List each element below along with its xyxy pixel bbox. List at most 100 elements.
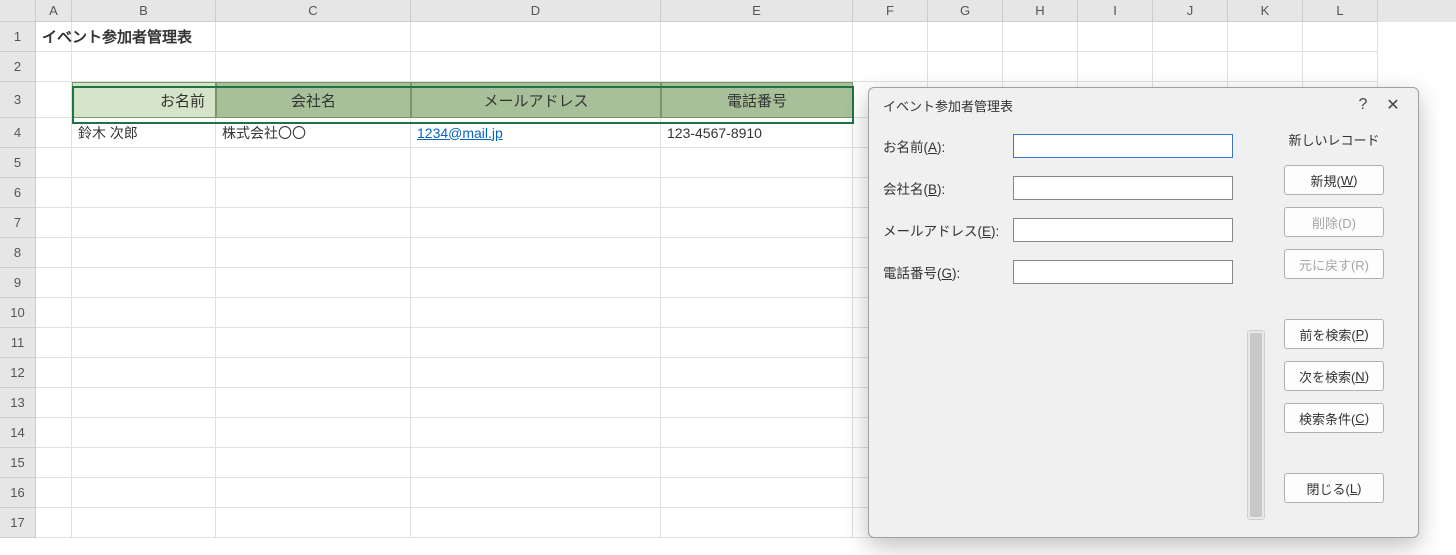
row-header-14[interactable]: 14: [0, 418, 36, 448]
col-header-K[interactable]: K: [1228, 0, 1303, 22]
cell-E5[interactable]: [661, 148, 853, 178]
cell-E13[interactable]: [661, 388, 853, 418]
col-header-L[interactable]: L: [1303, 0, 1378, 22]
cell-B7[interactable]: [72, 208, 216, 238]
cell-C5[interactable]: [216, 148, 411, 178]
cell-B13[interactable]: [72, 388, 216, 418]
row-header-15[interactable]: 15: [0, 448, 36, 478]
input-company[interactable]: [1013, 176, 1233, 200]
cell-B12[interactable]: [72, 358, 216, 388]
cell-B3-header-name[interactable]: お名前: [72, 82, 216, 118]
cell-A17[interactable]: [36, 508, 72, 538]
cell-D10[interactable]: [411, 298, 661, 328]
cell-D14[interactable]: [411, 418, 661, 448]
row-header-9[interactable]: 9: [0, 268, 36, 298]
cell-A2[interactable]: [36, 52, 72, 82]
cell-D12[interactable]: [411, 358, 661, 388]
cell-E11[interactable]: [661, 328, 853, 358]
cell-J2[interactable]: [1153, 52, 1228, 82]
input-name[interactable]: [1013, 134, 1233, 158]
row-header-12[interactable]: 12: [0, 358, 36, 388]
cell-D3-header-email[interactable]: メールアドレス: [411, 82, 661, 118]
cell-C14[interactable]: [216, 418, 411, 448]
cell-F2[interactable]: [853, 52, 928, 82]
cell-L1[interactable]: [1303, 22, 1378, 52]
cell-E17[interactable]: [661, 508, 853, 538]
cell-C2[interactable]: [216, 52, 411, 82]
cell-G1[interactable]: [928, 22, 1003, 52]
cell-D17[interactable]: [411, 508, 661, 538]
cell-A6[interactable]: [36, 178, 72, 208]
col-header-E[interactable]: E: [661, 0, 853, 22]
cell-A5[interactable]: [36, 148, 72, 178]
cell-E4-phone[interactable]: 123-4567-8910: [661, 118, 853, 148]
cell-H2[interactable]: [1003, 52, 1078, 82]
close-button[interactable]: 閉じる(L): [1284, 473, 1384, 503]
cell-D13[interactable]: [411, 388, 661, 418]
close-icon[interactable]: ✕: [1378, 95, 1408, 115]
cell-A12[interactable]: [36, 358, 72, 388]
row-header-16[interactable]: 16: [0, 478, 36, 508]
row-header-2[interactable]: 2: [0, 52, 36, 82]
restore-button[interactable]: 元に戻す(R): [1284, 249, 1384, 279]
col-header-J[interactable]: J: [1153, 0, 1228, 22]
cell-A1[interactable]: イベント参加者管理表: [36, 22, 72, 52]
cell-B14[interactable]: [72, 418, 216, 448]
row-header-4[interactable]: 4: [0, 118, 36, 148]
cell-D8[interactable]: [411, 238, 661, 268]
cell-C9[interactable]: [216, 268, 411, 298]
cell-E7[interactable]: [661, 208, 853, 238]
cell-E9[interactable]: [661, 268, 853, 298]
cell-A3[interactable]: [36, 82, 72, 118]
cell-C4-company[interactable]: 株式会社〇〇: [216, 118, 411, 148]
cell-B10[interactable]: [72, 298, 216, 328]
cell-D6[interactable]: [411, 178, 661, 208]
row-header-1[interactable]: 1: [0, 22, 36, 52]
cell-D9[interactable]: [411, 268, 661, 298]
cell-B15[interactable]: [72, 448, 216, 478]
col-header-F[interactable]: F: [853, 0, 928, 22]
cell-C10[interactable]: [216, 298, 411, 328]
email-link[interactable]: 1234@mail.jp: [417, 125, 503, 141]
cell-C12[interactable]: [216, 358, 411, 388]
cell-A14[interactable]: [36, 418, 72, 448]
cell-E14[interactable]: [661, 418, 853, 448]
cell-A16[interactable]: [36, 478, 72, 508]
col-header-C[interactable]: C: [216, 0, 411, 22]
cell-E8[interactable]: [661, 238, 853, 268]
cell-E12[interactable]: [661, 358, 853, 388]
cell-D1[interactable]: [411, 22, 661, 52]
cell-B2[interactable]: [72, 52, 216, 82]
cell-B9[interactable]: [72, 268, 216, 298]
cell-B4-name[interactable]: 鈴木 次郎: [72, 118, 216, 148]
row-header-13[interactable]: 13: [0, 388, 36, 418]
cell-B6[interactable]: [72, 178, 216, 208]
cell-C16[interactable]: [216, 478, 411, 508]
cell-D16[interactable]: [411, 478, 661, 508]
cell-E2[interactable]: [661, 52, 853, 82]
cell-D4-email[interactable]: 1234@mail.jp: [411, 118, 661, 148]
row-header-7[interactable]: 7: [0, 208, 36, 238]
select-all-corner[interactable]: [0, 0, 36, 22]
input-email[interactable]: [1013, 218, 1233, 242]
cell-A15[interactable]: [36, 448, 72, 478]
col-header-I[interactable]: I: [1078, 0, 1153, 22]
cell-E10[interactable]: [661, 298, 853, 328]
scrollbar-thumb[interactable]: [1250, 333, 1262, 517]
cell-L2[interactable]: [1303, 52, 1378, 82]
cell-A7[interactable]: [36, 208, 72, 238]
row-header-3[interactable]: 3: [0, 82, 36, 118]
col-header-H[interactable]: H: [1003, 0, 1078, 22]
col-header-B[interactable]: B: [72, 0, 216, 22]
cell-K2[interactable]: [1228, 52, 1303, 82]
find-next-button[interactable]: 次を検索(N): [1284, 361, 1384, 391]
cell-B8[interactable]: [72, 238, 216, 268]
row-header-11[interactable]: 11: [0, 328, 36, 358]
dialog-titlebar[interactable]: イベント参加者管理表 ? ✕: [869, 88, 1418, 122]
cell-K1[interactable]: [1228, 22, 1303, 52]
help-icon[interactable]: ?: [1348, 96, 1378, 114]
cell-E15[interactable]: [661, 448, 853, 478]
cell-D15[interactable]: [411, 448, 661, 478]
cell-I1[interactable]: [1078, 22, 1153, 52]
cell-D7[interactable]: [411, 208, 661, 238]
